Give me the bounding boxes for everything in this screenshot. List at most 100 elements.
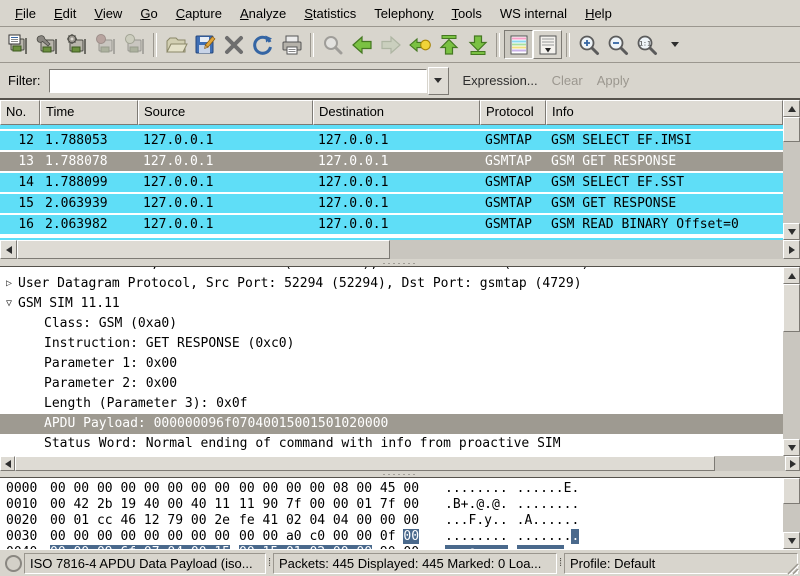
hex-row-0010[interactable]: 001000 42 2b 19 40 00 40 1111 90 7f 00 0… <box>6 497 783 513</box>
filter-toolbar: Filter: Expression... Clear Apply <box>0 63 800 99</box>
packet-row-13-selected[interactable]: 131.788078127.0.0.1127.0.0.1GSMTAPGSM GE… <box>0 152 783 173</box>
hex-vscrollbar[interactable] <box>783 478 800 549</box>
scrollbar-thumb[interactable] <box>15 456 715 471</box>
filter-dropdown-button[interactable] <box>428 67 449 95</box>
menu-analyze[interactable]: Analyze <box>231 3 295 24</box>
selected-byte: 00 <box>403 529 419 544</box>
menu-edit[interactable]: Edit <box>45 3 85 24</box>
menu-view[interactable]: View <box>85 3 131 24</box>
detail-line-length[interactable]: Length (Parameter 3): 0x0f <box>0 394 783 414</box>
scroll-down-icon[interactable] <box>783 439 800 456</box>
expander-expanded-icon[interactable]: ▽ <box>0 294 18 314</box>
menu-file[interactable]: File <box>6 3 45 24</box>
column-header-source[interactable]: Source <box>138 100 313 125</box>
file-open-icon[interactable] <box>161 30 190 59</box>
filter-input[interactable] <box>49 69 427 93</box>
menu-ws-internal[interactable]: WS internal <box>491 3 576 24</box>
status-packet-counts: Packets: 445 Displayed: 445 Marked: 0 Lo… <box>273 553 557 574</box>
expander-icon[interactable] <box>0 267 18 274</box>
column-header-info[interactable]: Info <box>546 100 783 125</box>
go-to-packet-icon[interactable] <box>405 30 434 59</box>
file-save-icon[interactable] <box>190 30 219 59</box>
scrollbar-thumb[interactable] <box>783 117 800 142</box>
svg-text:1:1: 1:1 <box>639 39 651 47</box>
scrollbar-thumb[interactable] <box>783 478 800 504</box>
chevron-down-icon <box>434 78 442 83</box>
packet-list-hscrollbar[interactable] <box>0 240 800 259</box>
capture-restart-icon[interactable] <box>120 30 149 59</box>
detail-line-ip[interactable]: Internet Protocol, Src: 127.0.0.1 (127.0… <box>0 267 783 274</box>
menu-go[interactable]: Go <box>131 3 166 24</box>
column-header-protocol[interactable]: Protocol <box>480 100 546 125</box>
detail-line-instruction[interactable]: Instruction: GET RESPONSE (0xc0) <box>0 334 783 354</box>
capture-options-icon[interactable] <box>33 30 62 59</box>
statusbar-handle[interactable]: ⁞ <box>266 553 273 574</box>
zoom-100-icon[interactable]: 1:1 <box>632 30 661 59</box>
toolbar-overflow-icon[interactable] <box>671 42 679 47</box>
packet-list-pane: No. Time Source Destination Protocol Inf… <box>0 99 800 259</box>
packet-row-14[interactable]: 141.788099127.0.0.1127.0.0.1GSMTAPGSM SE… <box>0 173 783 194</box>
packet-row-15[interactable]: 152.063939127.0.0.1127.0.0.1GSMTAPGSM GE… <box>0 194 783 215</box>
file-close-icon[interactable] <box>219 30 248 59</box>
scroll-down-icon[interactable] <box>783 532 800 549</box>
packet-row-12[interactable]: 121.788053127.0.0.1127.0.0.1GSMTAPGSM SE… <box>0 131 783 152</box>
detail-line-status-word[interactable]: Status Word: Normal ending of command wi… <box>0 434 783 454</box>
scrollbar-thumb[interactable] <box>783 284 800 332</box>
hex-row-0020[interactable]: 002000 01 cc 46 12 79 00 2efe 41 02 04 0… <box>6 513 783 529</box>
detail-line-gsm-sim[interactable]: ▽GSM SIM 11.11 <box>0 294 783 314</box>
selected-ascii: . <box>571 529 579 544</box>
detail-line-parameter1[interactable]: Parameter 1: 0x00 <box>0 354 783 374</box>
zoom-in-icon[interactable] <box>574 30 603 59</box>
pane-splitter[interactable]: ······· <box>0 259 800 266</box>
colorize-packets-icon[interactable] <box>504 30 533 59</box>
go-forward-icon[interactable] <box>376 30 405 59</box>
hex-dump[interactable]: 000000 00 00 00 00 00 00 0000 00 00 00 0… <box>0 478 783 549</box>
menu-telephony[interactable]: Telephony <box>365 3 442 24</box>
menu-statistics[interactable]: Statistics <box>295 3 365 24</box>
print-icon[interactable] <box>277 30 306 59</box>
scroll-left-icon[interactable] <box>0 240 17 259</box>
column-header-time[interactable]: Time <box>40 100 138 125</box>
detail-line-udp[interactable]: ▷User Datagram Protocol, Src Port: 52294… <box>0 274 783 294</box>
go-bottom-icon[interactable] <box>463 30 492 59</box>
zoom-out-icon[interactable] <box>603 30 632 59</box>
find-packet-icon[interactable] <box>318 30 347 59</box>
filter-label: Filter: <box>8 73 41 88</box>
hex-row-0030[interactable]: 003000 00 00 00 00 00 00 0000 00 a0 c0 0… <box>6 529 783 545</box>
statusbar-handle[interactable]: ⁞ <box>557 553 564 574</box>
menu-capture[interactable]: Capture <box>167 3 231 24</box>
menu-help[interactable]: Help <box>576 3 621 24</box>
packet-list-vscrollbar[interactable] <box>783 100 800 240</box>
scroll-right-icon[interactable] <box>785 456 800 471</box>
packet-row-16[interactable]: 162.063982127.0.0.1127.0.0.1GSMTAPGSM RE… <box>0 215 783 236</box>
capture-stop-icon[interactable] <box>91 30 120 59</box>
scroll-right-icon[interactable] <box>783 240 800 259</box>
toolbar-separator <box>566 33 570 57</box>
details-vscrollbar[interactable] <box>783 267 800 456</box>
expander-collapsed-icon[interactable]: ▷ <box>0 274 18 294</box>
detail-line-apdu-payload-selected[interactable]: APDU Payload: 000000096f0704001500150102… <box>0 414 783 434</box>
detail-line-parameter2[interactable]: Parameter 2: 0x00 <box>0 374 783 394</box>
hex-row-0000[interactable]: 000000 00 00 00 00 00 00 0000 00 00 00 0… <box>6 481 783 497</box>
capture-start-icon[interactable] <box>62 30 91 59</box>
menu-tools[interactable]: Tools <box>443 3 491 24</box>
apply-button[interactable]: Apply <box>597 73 630 88</box>
go-top-icon[interactable] <box>434 30 463 59</box>
detail-line-class[interactable]: Class: GSM (0xa0) <box>0 314 783 334</box>
clear-button[interactable]: Clear <box>552 73 583 88</box>
scroll-down-icon[interactable] <box>783 223 800 240</box>
scroll-up-icon[interactable] <box>783 267 800 284</box>
expression-button[interactable]: Expression... <box>463 73 538 88</box>
scroll-left-icon[interactable] <box>0 456 15 471</box>
expert-info-button[interactable] <box>2 552 24 574</box>
scrollbar-thumb[interactable] <box>17 240 390 259</box>
resize-grip[interactable] <box>785 561 799 575</box>
capture-interfaces-icon[interactable] <box>4 30 33 59</box>
column-header-destination[interactable]: Destination <box>313 100 480 125</box>
auto-scroll-icon[interactable] <box>533 30 562 59</box>
column-header-no[interactable]: No. <box>0 100 40 125</box>
go-back-icon[interactable] <box>347 30 376 59</box>
reload-icon[interactable] <box>248 30 277 59</box>
scroll-up-icon[interactable] <box>783 100 800 117</box>
packet-details-pane: Internet Protocol, Src: 127.0.0.1 (127.0… <box>0 266 800 471</box>
